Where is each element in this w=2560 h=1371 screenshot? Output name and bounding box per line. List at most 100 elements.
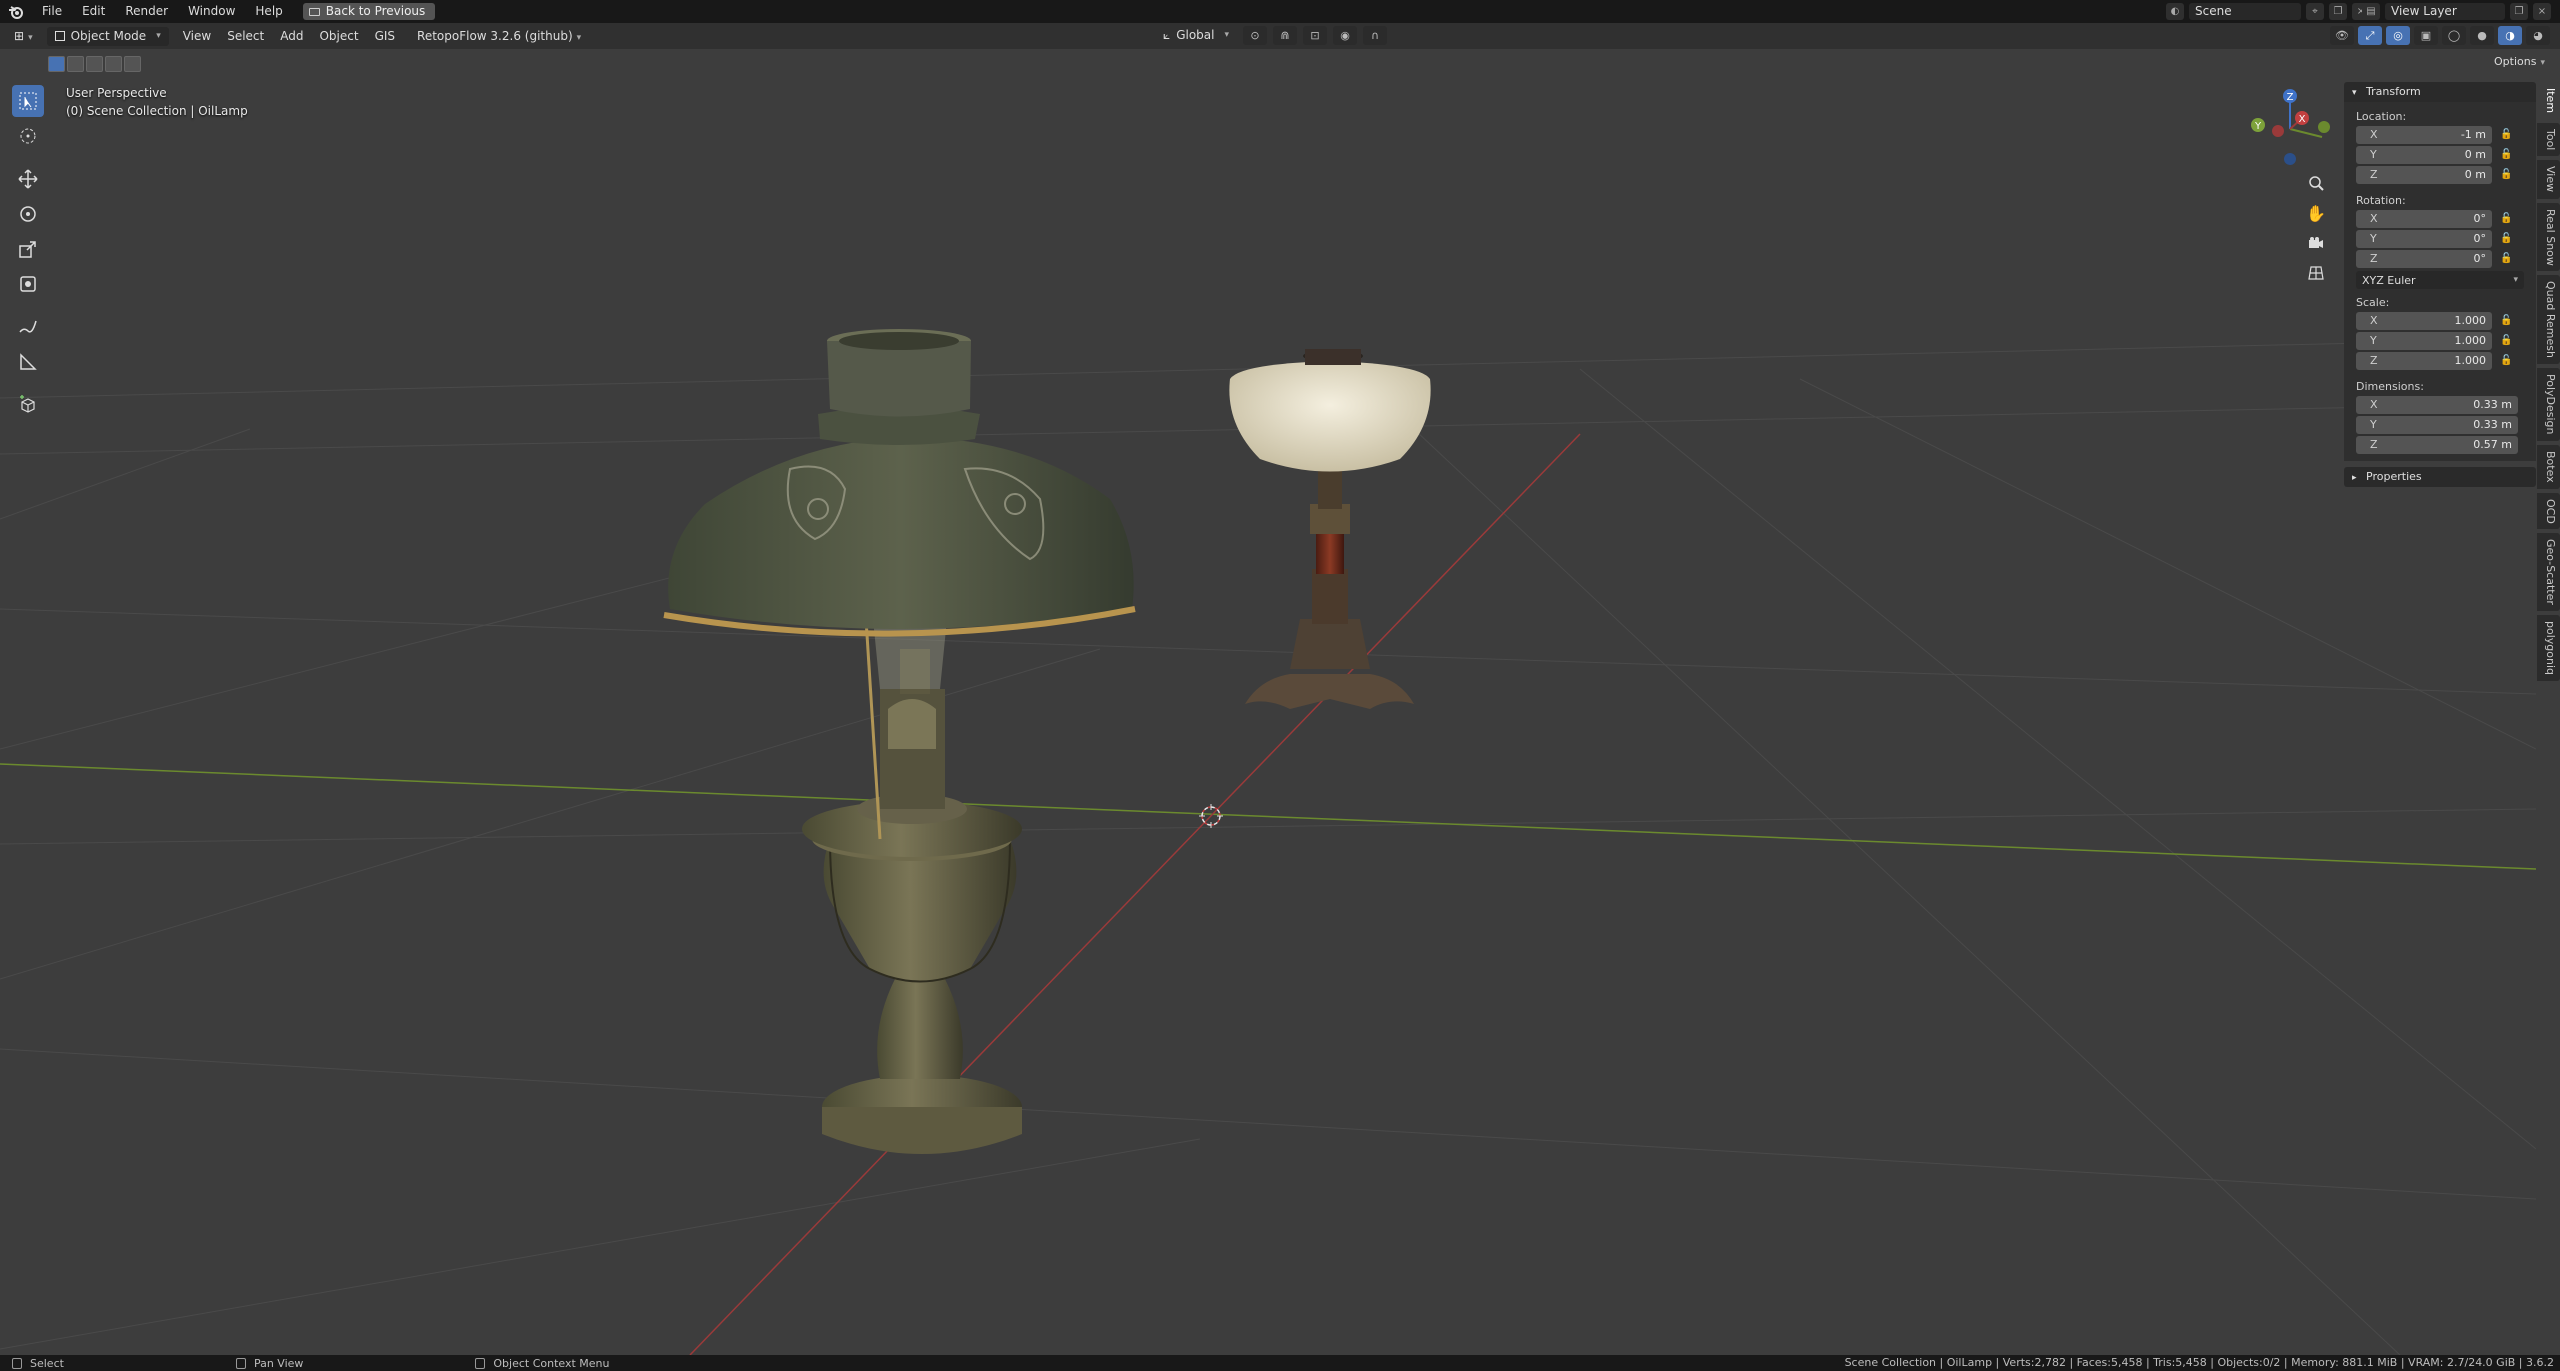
- gizmo-neg-z-icon[interactable]: [2284, 153, 2296, 165]
- location-x-row: X -1 m 🔓: [2356, 125, 2536, 144]
- sidebar-tabs: Item Tool View Real Snow Quad Remesh Pol…: [2537, 82, 2560, 702]
- scale-tool-icon[interactable]: [12, 233, 44, 265]
- lock-icon[interactable]: 🔓: [2500, 253, 2518, 264]
- rotation-y-field[interactable]: Y 0°: [2356, 229, 2492, 248]
- add-cube-tool-icon[interactable]: [12, 389, 44, 421]
- new-view-layer-icon[interactable]: ❐: [2510, 3, 2528, 20]
- select-subtract-icon[interactable]: [86, 56, 103, 72]
- lock-icon[interactable]: 🔓: [2500, 315, 2518, 326]
- snap-target-icon[interactable]: ⊡: [1303, 26, 1328, 45]
- rendered-shading-icon[interactable]: ◕: [2526, 26, 2550, 45]
- pin-icon[interactable]: ⌖: [2306, 3, 2324, 20]
- lock-icon[interactable]: 🔓: [2500, 335, 2518, 346]
- falloff-icon[interactable]: ∩: [1363, 26, 1388, 45]
- dimensions-z-field[interactable]: Z 0.57 m: [2356, 435, 2518, 454]
- lock-icon[interactable]: 🔓: [2500, 169, 2518, 180]
- blender-logo-icon[interactable]: [0, 0, 32, 23]
- lock-icon[interactable]: 🔓: [2500, 129, 2518, 140]
- rotate-tool-icon[interactable]: [12, 198, 44, 230]
- material-shading-icon[interactable]: ◑: [2498, 26, 2522, 45]
- gizmo-neg-x-icon[interactable]: [2272, 125, 2284, 137]
- move-tool-icon[interactable]: [12, 163, 44, 195]
- select-invert-icon[interactable]: [105, 56, 122, 72]
- tab-real-snow[interactable]: Real Snow: [2537, 202, 2560, 272]
- pan-hand-icon[interactable]: ✋: [2302, 199, 2330, 227]
- location-x-field[interactable]: X -1 m: [2356, 125, 2492, 144]
- menu-help[interactable]: Help: [245, 0, 292, 23]
- tab-ocd[interactable]: OCD: [2537, 492, 2560, 530]
- lock-icon[interactable]: 🔓: [2500, 233, 2518, 244]
- select-box-tool-icon[interactable]: [12, 85, 44, 117]
- scene-selector[interactable]: ◐ Scene ⌖ ❐ ×: [2166, 3, 2370, 20]
- rotation-mode-select[interactable]: XYZ Euler ▾: [2356, 271, 2524, 289]
- location-z-field[interactable]: Z0 m: [2356, 165, 2492, 184]
- overlay-toggle-icon[interactable]: ◎: [2386, 26, 2410, 45]
- visibility-icon[interactable]: 👁: [2330, 26, 2354, 45]
- tab-polygoniq[interactable]: polygoniq: [2537, 615, 2560, 682]
- annotate-tool-icon[interactable]: [12, 311, 44, 343]
- navigation-gizmo[interactable]: Z X Y: [2240, 84, 2340, 174]
- measure-tool-icon[interactable]: [12, 346, 44, 378]
- lock-icon[interactable]: 🔓: [2500, 213, 2518, 224]
- tab-botex[interactable]: Botex: [2537, 444, 2560, 489]
- menu-object[interactable]: Object: [311, 27, 366, 46]
- pivot-icon[interactable]: ⊙: [1243, 26, 1268, 45]
- tab-view[interactable]: View: [2537, 160, 2560, 199]
- xray-icon[interactable]: ▣: [2414, 26, 2438, 45]
- 3d-viewport[interactable]: User Perspective (0) Scene Collection | …: [0, 49, 2536, 1355]
- tab-polydesign[interactable]: PolyDesign: [2537, 368, 2560, 441]
- properties-panel-header[interactable]: ▸ Properties: [2344, 467, 2536, 487]
- gizmo-neg-y-icon[interactable]: [2318, 121, 2330, 133]
- options-dropdown[interactable]: Options ▾: [2494, 55, 2545, 68]
- editor-type-button[interactable]: ⊞ ▾: [6, 27, 41, 46]
- menu-gis[interactable]: GIS: [367, 27, 403, 46]
- select-set-icon[interactable]: [48, 56, 65, 72]
- new-scene-icon[interactable]: ❐: [2329, 3, 2347, 20]
- scale-y-field[interactable]: Y 1.000: [2356, 331, 2492, 350]
- menu-window[interactable]: Window: [178, 0, 245, 23]
- menu-add[interactable]: Add: [272, 27, 311, 46]
- view-layer-field[interactable]: View Layer: [2385, 3, 2505, 20]
- retopoflow-menu[interactable]: RetopoFlow 3.2.6 (github) ▾: [409, 27, 589, 46]
- camera-view-icon[interactable]: [2302, 229, 2330, 257]
- lock-icon[interactable]: 🔓: [2500, 149, 2518, 160]
- dimensions-y-field[interactable]: Y 0.33 m: [2356, 415, 2518, 434]
- back-to-previous-button[interactable]: Back to Previous: [302, 3, 436, 20]
- scale-z-field[interactable]: Z 1.000: [2356, 351, 2492, 370]
- orientation-selector[interactable]: ⟀ Global ▾: [1155, 26, 1237, 45]
- menu-file[interactable]: File: [32, 0, 72, 23]
- scene-name-field[interactable]: Scene: [2189, 3, 2301, 20]
- rotation-x-field[interactable]: X 0°: [2356, 209, 2492, 228]
- scale-x-field[interactable]: X 1.000: [2356, 311, 2492, 330]
- location-y-field[interactable]: Y0 m: [2356, 145, 2492, 164]
- menu-select[interactable]: Select: [219, 27, 272, 46]
- transform-panel-header[interactable]: ▾ Transform: [2344, 82, 2536, 102]
- oil-lamp-object[interactable]: [663, 329, 1136, 1154]
- tab-tool[interactable]: Tool: [2537, 123, 2560, 157]
- lock-icon[interactable]: 🔓: [2500, 355, 2518, 366]
- select-intersect-icon[interactable]: [124, 56, 141, 72]
- transform-tool-icon[interactable]: [12, 268, 44, 300]
- zoom-icon[interactable]: [2302, 169, 2330, 197]
- tab-item[interactable]: Item: [2537, 82, 2560, 120]
- perspective-toggle-icon[interactable]: [2302, 259, 2330, 287]
- view-layer-selector[interactable]: ▤ View Layer ❐ ×: [2362, 3, 2551, 20]
- menu-render[interactable]: Render: [115, 0, 178, 23]
- proportional-edit-icon[interactable]: ◉: [1333, 26, 1358, 45]
- tab-geo-scatter[interactable]: Geo-Scatter: [2537, 533, 2560, 612]
- snap-icon[interactable]: ⋒: [1273, 26, 1298, 45]
- dimensions-x-field[interactable]: X 0.33 m: [2356, 395, 2518, 414]
- tab-quad-remesh[interactable]: Quad Remesh: [2537, 275, 2560, 365]
- menu-view[interactable]: View: [175, 27, 219, 46]
- menu-edit[interactable]: Edit: [72, 0, 115, 23]
- glass-lamp-object[interactable]: [1229, 349, 1431, 709]
- cursor-tool-icon[interactable]: [12, 120, 44, 152]
- mode-selector[interactable]: Object Mode ▾: [46, 26, 169, 46]
- select-extend-icon[interactable]: [67, 56, 84, 72]
- rotation-z-field[interactable]: Z 0°: [2356, 249, 2492, 268]
- solid-shading-icon[interactable]: ●: [2470, 26, 2494, 45]
- location-label: Location:: [2356, 110, 2407, 123]
- wireframe-shading-icon[interactable]: ◯: [2442, 26, 2466, 45]
- close-view-layer-icon[interactable]: ×: [2533, 3, 2551, 20]
- gizmo-toggle-icon[interactable]: ⤢: [2358, 26, 2382, 45]
